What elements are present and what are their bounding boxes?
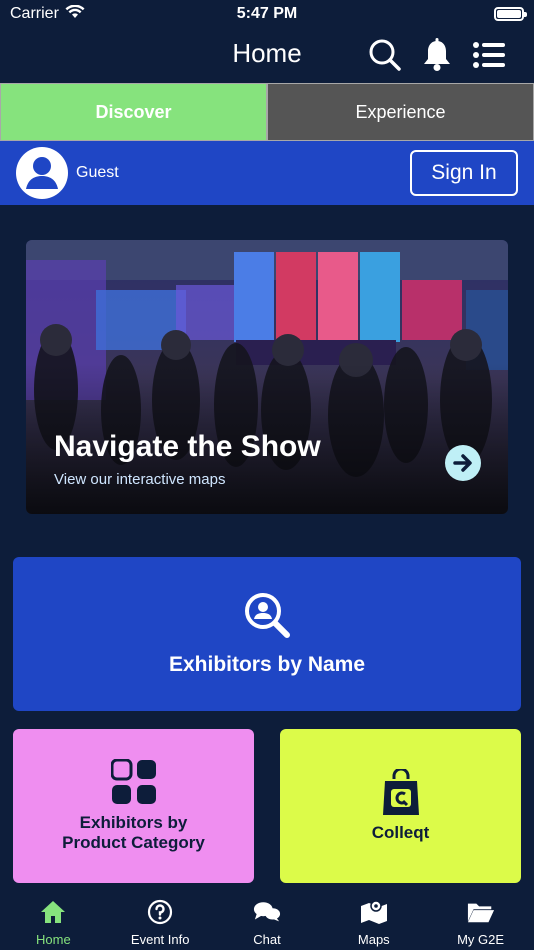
sign-in-button[interactable]: Sign In [410, 150, 518, 196]
search-icon[interactable] [368, 38, 402, 72]
exhibitors-by-category-card[interactable]: Exhibitors by Product Category [13, 729, 254, 883]
colleqt-label: Colleqt [371, 823, 430, 842]
avatar[interactable] [16, 147, 68, 199]
bottom-nav: Home Event Info Chat Maps My G2E [0, 892, 534, 950]
tab-discover[interactable]: Discover [0, 83, 267, 141]
battery-icon [494, 7, 527, 21]
nav-maps[interactable]: Maps [320, 892, 427, 950]
tab-experience[interactable]: Experience [267, 83, 534, 141]
user-name: Guest [76, 164, 119, 181]
nav-bar: Home [0, 28, 534, 82]
nav-maps-label: Maps [357, 932, 390, 947]
wifi-icon [65, 4, 85, 24]
nav-home[interactable]: Home [0, 892, 107, 950]
user-icon [26, 157, 58, 189]
question-circle-icon [146, 898, 174, 926]
segmented-tabs: Discover Experience [0, 83, 534, 141]
nav-chat[interactable]: Chat [214, 892, 321, 950]
nav-my-g2e[interactable]: My G2E [427, 892, 534, 950]
exhibitors-by-name-label: Exhibitors by Name [168, 653, 366, 676]
status-bar: Carrier 5:47 PM [0, 0, 534, 28]
shopping-bag-icon [382, 769, 419, 815]
grid-icon [110, 759, 156, 804]
bell-icon[interactable] [420, 38, 454, 72]
chat-bubbles-icon [253, 898, 281, 926]
exhibitors-by-category-label: Exhibitors by Product Category [62, 813, 205, 852]
navigate-show-banner[interactable]: Navigate the Show View our interactive m… [26, 240, 508, 514]
home-icon [39, 898, 67, 926]
arrow-right-icon[interactable] [445, 445, 481, 481]
colleqt-card[interactable]: Colleqt [280, 729, 521, 883]
nav-my-g2e-label: My G2E [457, 932, 505, 947]
folder-icon [467, 898, 495, 926]
status-left: Carrier [10, 4, 85, 24]
user-bar: Guest Sign In [0, 141, 534, 205]
exhibitors-by-name-card[interactable]: Exhibitors by Name [13, 557, 521, 711]
nav-home-label: Home [36, 932, 71, 947]
nav-event-info[interactable]: Event Info [107, 892, 214, 950]
nav-actions [368, 38, 506, 72]
nav-chat-label: Chat [253, 932, 281, 947]
nav-event-info-label: Event Info [130, 932, 190, 947]
hero-title: Navigate the Show [54, 430, 321, 463]
list-menu-icon[interactable] [472, 38, 506, 72]
map-icon [360, 898, 388, 926]
hero-subtitle: View our interactive maps [54, 471, 226, 488]
person-search-icon [245, 593, 290, 638]
carrier-label: Carrier [10, 5, 59, 22]
